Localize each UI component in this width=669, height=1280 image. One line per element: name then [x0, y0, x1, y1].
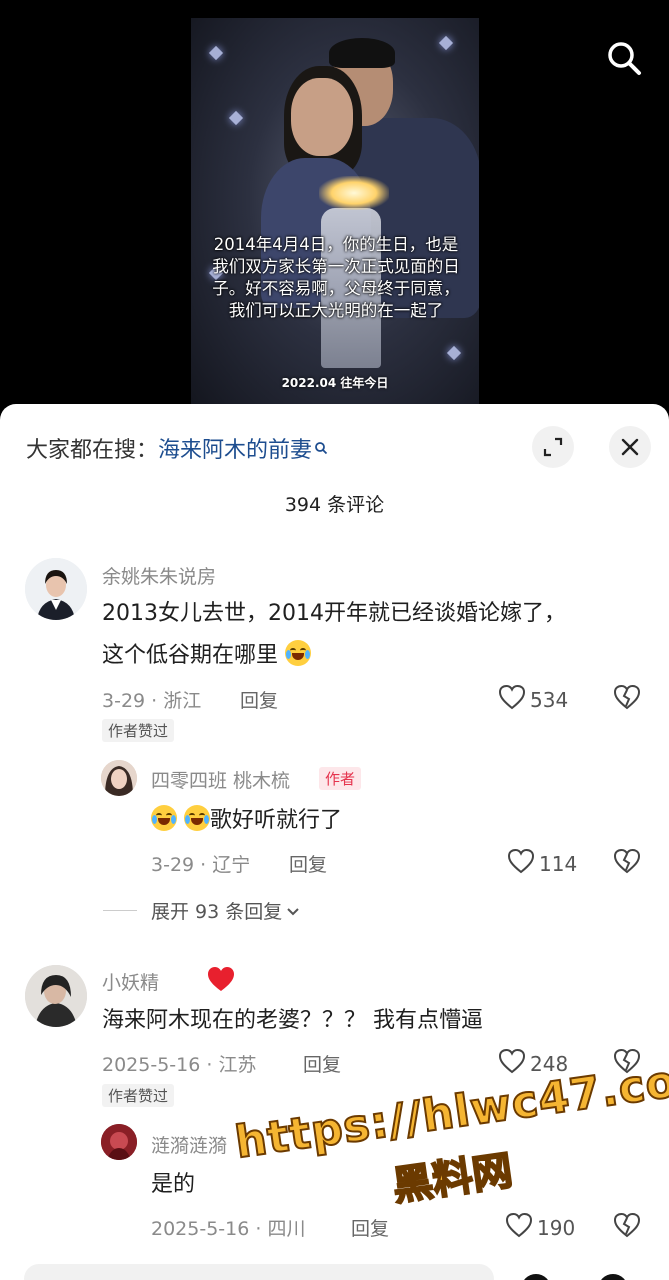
laugh-cry-emoji-icon — [285, 640, 312, 666]
heart-icon — [507, 848, 535, 879]
video-frame[interactable]: 2014年4月4日，你的生日，也是我们双方家长第一次正式见面的日子。好不容易啊，… — [191, 18, 479, 420]
comment-date-location: 2025-5-16 · 江苏 — [102, 1054, 257, 1076]
trending-query-link[interactable]: 海来阿木的前妻 — [158, 438, 312, 463]
avatar[interactable] — [25, 965, 87, 1027]
like-count: 190 — [537, 1215, 576, 1240]
search-icon[interactable] — [604, 38, 644, 78]
heart-icon — [498, 684, 526, 715]
expand-replies-label: 展开 93 条回复 — [151, 901, 283, 923]
comment-text-line: 这个低谷期在哪里 — [102, 635, 312, 677]
video-caption: 2014年4月4日，你的生日，也是我们双方家长第一次正式见面的日子。好不容易啊，… — [212, 235, 460, 320]
reply-text-content: 歌好听就行了 — [210, 808, 343, 833]
avatar[interactable] — [101, 1124, 137, 1160]
like-count: 534 — [530, 687, 569, 712]
cake-candle-flames — [319, 176, 389, 210]
like-button[interactable]: 534 — [498, 684, 568, 715]
man-hair — [329, 38, 395, 68]
red-heart-icon — [206, 965, 236, 997]
comment-author[interactable]: 小妖精 — [102, 968, 159, 995]
video-date-stamp: 2022.04 往年今日 — [281, 376, 389, 390]
reply-text: 歌好听就行了 — [151, 800, 342, 842]
broken-heart-icon[interactable] — [613, 1212, 641, 1242]
reply-button[interactable]: 回复 — [303, 1050, 341, 1077]
reply-button[interactable]: 回复 — [289, 850, 327, 877]
expand-replies-button[interactable]: 展开 93 条回复 — [103, 897, 300, 924]
stage-light — [208, 45, 224, 61]
stage-light — [438, 35, 454, 51]
like-button[interactable]: 114 — [507, 848, 577, 879]
trending-prefix: 大家都在搜： — [26, 438, 159, 463]
trending-search[interactable]: 大家都在搜：海来阿木的前妻 — [26, 432, 328, 464]
reply-author[interactable]: 四零四班 桃木梳 — [151, 766, 290, 793]
video-player[interactable]: 2014年4月4日，你的生日，也是我们双方家长第一次正式见面的日子。好不容易啊，… — [0, 0, 669, 420]
comment-date-location: 3-29 · 辽宁 — [151, 854, 251, 876]
chevron-down-icon — [286, 900, 300, 922]
watermark-site-name: 黑料网 — [389, 1147, 516, 1211]
comment-input[interactable] — [24, 1264, 494, 1280]
close-icon[interactable] — [609, 426, 651, 468]
broken-heart-icon[interactable] — [613, 684, 641, 714]
comment-text-line: 2013女儿去世，2014开年就已经谈婚论嫁了， — [102, 601, 566, 626]
author-tag: 作者 — [319, 767, 362, 790]
author-liked-badge: 作者赞过 — [102, 719, 175, 742]
laugh-cry-emoji-icon — [184, 805, 210, 831]
comment-count-title: 394 条评论 — [284, 494, 385, 516]
comment-text-line-2: 这个低谷期在哪里 — [102, 643, 279, 668]
broken-heart-icon[interactable] — [613, 848, 641, 878]
reply-text: 是的 — [151, 1172, 196, 1197]
stage-light — [228, 110, 244, 126]
woman-head — [291, 78, 353, 156]
divider — [103, 910, 137, 911]
expand-icon[interactable] — [532, 426, 574, 468]
author-liked-badge: 作者赞过 — [102, 1084, 175, 1107]
comment-author[interactable]: 余姚朱朱说房 — [102, 562, 216, 589]
comment-text: 海来阿木现在的老婆？？？ 我有点懵逼 — [102, 1008, 483, 1033]
avatar[interactable] — [25, 558, 87, 620]
heart-icon — [498, 1048, 526, 1079]
reply-author[interactable]: 涟漪涟漪 — [151, 1131, 227, 1158]
search-small-icon — [314, 436, 328, 461]
laugh-cry-emoji-icon — [151, 805, 177, 831]
comment-date-location: 3-29 · 浙江 — [102, 690, 202, 712]
reply-button[interactable]: 回复 — [240, 686, 278, 713]
stage-light — [446, 345, 462, 361]
like-count: 114 — [539, 851, 578, 876]
avatar[interactable] — [101, 760, 137, 796]
